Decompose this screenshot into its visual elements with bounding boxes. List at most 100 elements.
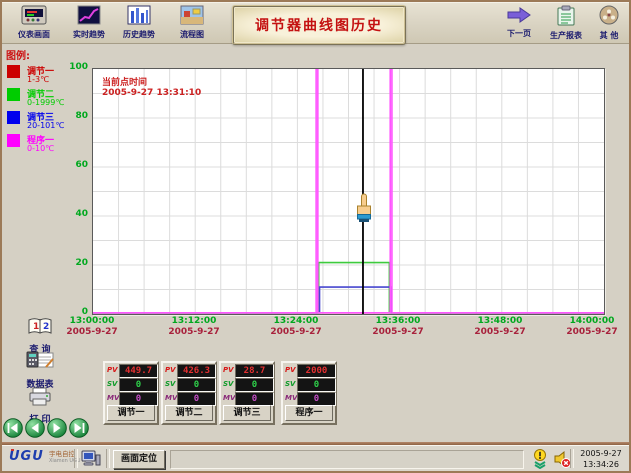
pv-value: 449.7 — [119, 364, 158, 378]
statusbar-divider — [106, 449, 110, 468]
cursor-annotation-label: 当前点时间 — [102, 75, 147, 88]
statusbar-divider — [74, 449, 78, 468]
alert-icon[interactable] — [532, 449, 548, 473]
x-axis-date: 2005-9-27 — [465, 327, 535, 337]
next-page-arrow-icon — [506, 5, 532, 28]
y-axis-tick: 60 — [56, 160, 88, 170]
toolbar-button-label: 下一页 — [507, 29, 531, 38]
print-icon — [28, 387, 52, 410]
toolbar-button-label: 生产报表 — [550, 31, 582, 40]
controller-panel-button[interactable]: 调节三 — [223, 405, 271, 421]
x-axis-time: 13:00:00 — [57, 316, 127, 326]
flowchart-icon — [180, 5, 204, 29]
pv-label: PV — [165, 366, 176, 374]
computer-icon[interactable] — [80, 449, 101, 473]
screen-locate-button[interactable]: 画面定位 — [113, 450, 165, 469]
x-axis-date: 2005-9-27 — [57, 327, 127, 337]
nav-previous-button[interactable] — [25, 418, 45, 438]
y-axis-tick: 20 — [56, 258, 88, 268]
x-axis-time: 13:12:00 — [159, 316, 229, 326]
sv-value: 0 — [235, 378, 274, 392]
legend-series-range: 0-1999℃ — [27, 98, 64, 107]
nav-last-button[interactable] — [69, 418, 89, 438]
ugu-logo: UGU — [9, 450, 44, 464]
toolbar-button-realtime-trend[interactable]: 实时趋势 — [62, 5, 116, 41]
x-axis-time: 14:00:00 — [557, 316, 627, 326]
trend-plot[interactable]: 当前点时间 2005-9-27 13:31:10 — [92, 68, 605, 315]
legend-series-range: 20-101℃ — [27, 121, 64, 130]
toolbar-button-misc[interactable]: 其 他 — [588, 5, 630, 41]
toolbar-button-label: 历史趋势 — [123, 30, 155, 39]
toolbar-button-label: 实时趋势 — [73, 30, 105, 39]
x-axis-date: 2005-9-27 — [557, 327, 627, 337]
legend-swatch — [7, 65, 20, 78]
legend-title: 图例: — [6, 47, 30, 62]
realtime-trend-icon — [77, 5, 101, 29]
legend-swatch — [7, 134, 20, 147]
controller-panel-2: PV426.3 SV0 MV0 调节二 — [161, 361, 217, 425]
misc-reel-icon — [598, 5, 620, 30]
legend-swatch — [7, 111, 20, 124]
sv-value: 0 — [297, 378, 336, 392]
hmi-screen: 仪表画面 实时趋势 历史趋势 流程图 调节器曲线图历史 — [0, 0, 631, 473]
toolbar-button-flowchart[interactable]: 流程图 — [165, 5, 219, 41]
sv-label: SV — [223, 380, 233, 388]
toolbar-button-next-page[interactable]: 下一页 — [495, 5, 543, 41]
toolbar-button-label: 其 他 — [600, 31, 619, 40]
clock: 2005-9-27 13:34:26 — [574, 448, 628, 470]
sv-value: 0 — [177, 378, 216, 392]
sv-label: SV — [107, 380, 117, 388]
pv-value: 426.3 — [177, 364, 216, 378]
trend-plot-svg — [93, 69, 604, 314]
x-axis-time: 13:24:00 — [261, 316, 331, 326]
toolbar-button-label: 仪表画面 — [18, 30, 50, 39]
toolbar: 仪表画面 实时趋势 历史趋势 流程图 调节器曲线图历史 — [2, 2, 629, 44]
mv-value: 0 — [297, 392, 336, 406]
svg-text:2: 2 — [43, 322, 49, 332]
toolbar-button-instrument[interactable]: 仪表画面 — [7, 5, 61, 41]
y-axis-tick: 40 — [56, 209, 88, 219]
toolbar-button-label: 流程图 — [180, 30, 204, 39]
y-axis-tick: 80 — [56, 111, 88, 121]
page-title-plate: 调节器曲线图历史 — [232, 5, 406, 45]
sv-label: SV — [165, 380, 175, 388]
controller-panel-button[interactable]: 调节二 — [165, 405, 213, 421]
y-axis-tick: 100 — [56, 62, 88, 72]
pv-value: 28.7 — [235, 364, 274, 378]
controller-panel-button[interactable]: 调节一 — [107, 405, 155, 421]
toolbar-button-production-report[interactable]: 生产报表 — [541, 5, 591, 41]
toolbar-button-history-trend[interactable]: 历史趋势 — [112, 5, 166, 41]
pv-label: PV — [223, 366, 234, 374]
legend-series-range: 0-10℃ — [27, 144, 54, 153]
legend-item: 调节二 0-1999℃ — [6, 87, 86, 110]
x-axis-date: 2005-9-27 — [363, 327, 433, 337]
pv-label: PV — [107, 366, 118, 374]
svg-text:1: 1 — [33, 322, 39, 332]
data-table-button[interactable]: 数据表 — [14, 350, 66, 390]
speaker-muted-icon[interactable] — [553, 449, 571, 473]
page-title: 调节器曲线图历史 — [255, 15, 383, 35]
legend-item: 程序一 0-10℃ — [6, 133, 86, 156]
status-date: 2005-9-27 — [580, 449, 621, 458]
controller-panel-3: PV28.7 SV0 MV0 调节三 — [219, 361, 275, 425]
mv-value: 0 — [119, 392, 158, 406]
controller-panel-1: PV449.7 SV0 MV0 调节一 — [103, 361, 159, 425]
pv-label: PV — [285, 366, 296, 374]
status-time: 13:34:26 — [583, 460, 619, 469]
x-axis-date: 2005-9-27 — [159, 327, 229, 337]
x-axis-time: 13:36:00 — [363, 316, 433, 326]
sv-label: SV — [285, 380, 295, 388]
mv-label: MV — [165, 394, 177, 402]
mv-label: MV — [107, 394, 119, 402]
controller-panel-4: PV2000 SV0 MV0 程序一 — [281, 361, 337, 425]
controller-panel-button[interactable]: 程序一 — [285, 405, 333, 421]
nav-next-button[interactable] — [47, 418, 67, 438]
statusbar-message-area — [170, 450, 524, 469]
query-book-icon: 12 — [27, 316, 53, 340]
instrument-screen-icon — [21, 5, 47, 29]
history-trend-icon — [127, 5, 151, 29]
nav-first-button[interactable] — [3, 418, 23, 438]
x-axis-time: 13:48:00 — [465, 316, 535, 326]
mv-value: 0 — [235, 392, 274, 406]
pv-value: 2000 — [297, 364, 336, 378]
